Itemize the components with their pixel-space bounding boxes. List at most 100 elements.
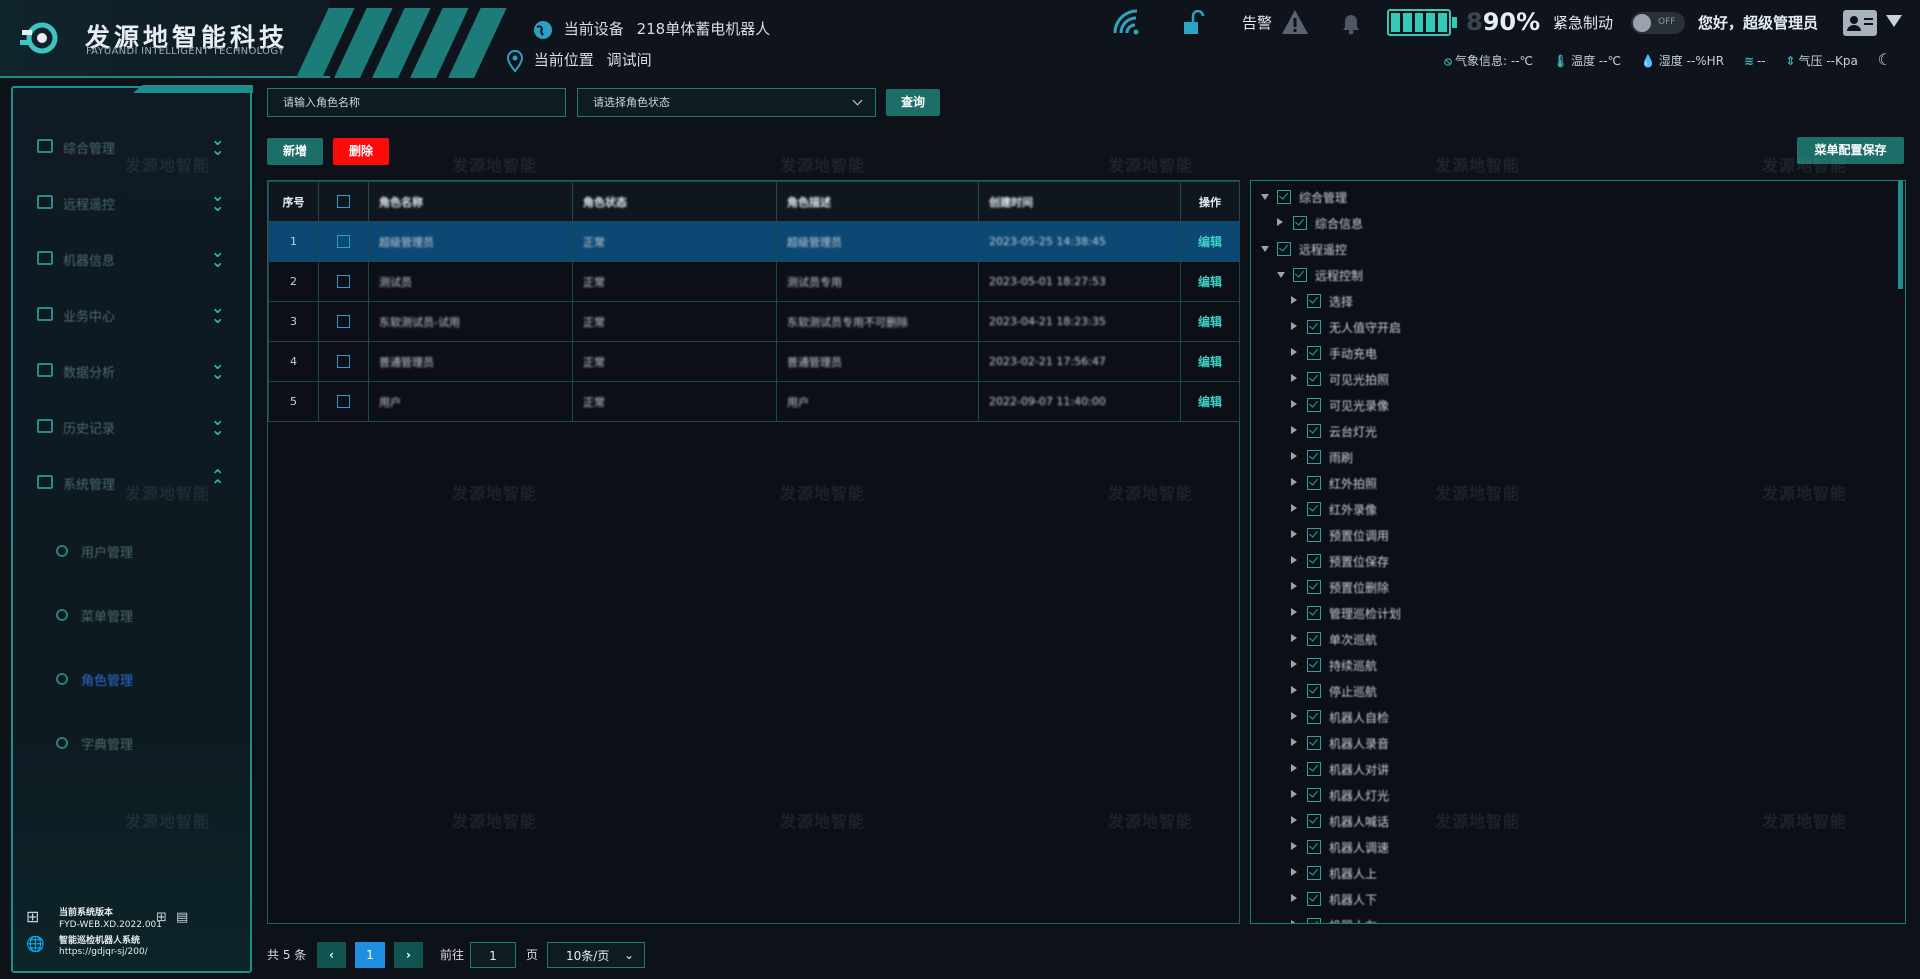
next-page-button[interactable]: › (394, 942, 423, 968)
notes-icon[interactable]: ▤ (176, 910, 188, 925)
tree-checkbox[interactable] (1307, 866, 1321, 880)
row-checkbox-cell[interactable] (318, 301, 369, 342)
page-size-select[interactable]: 10条/页 ⌄ (547, 942, 645, 968)
sidebar-item-robot-info[interactable]: 机器信息 ⌄ ⌄ (13, 239, 250, 279)
sidebar-subitem-roles[interactable]: 角色管理 (13, 660, 250, 696)
select-all-checkbox[interactable] (337, 195, 350, 209)
caret-right-icon[interactable] (1291, 764, 1297, 772)
sidebar-item-system[interactable]: 系统管理 ⌃ ⌃ (13, 463, 250, 503)
row-checkbox-cell[interactable] (318, 381, 369, 422)
tree-checkbox[interactable] (1307, 372, 1321, 386)
tree-checkbox[interactable] (1307, 476, 1321, 490)
row-checkbox-cell[interactable] (318, 341, 369, 382)
row-checkbox[interactable] (337, 355, 350, 369)
tree-checkbox[interactable] (1307, 840, 1321, 854)
caret-right-icon[interactable] (1291, 894, 1297, 902)
tree-checkbox[interactable] (1307, 502, 1321, 516)
tree-checkbox[interactable] (1307, 892, 1321, 906)
caret-down-icon[interactable] (1261, 246, 1269, 252)
caret-right-icon[interactable] (1291, 556, 1297, 564)
caret-right-icon[interactable] (1277, 218, 1283, 226)
tree-checkbox[interactable] (1307, 606, 1321, 620)
bell-icon[interactable] (1340, 10, 1362, 36)
grid-icon[interactable]: ⊞ (156, 910, 167, 925)
caret-right-icon[interactable] (1291, 790, 1297, 798)
tree-checkbox[interactable] (1277, 190, 1291, 204)
sidebar-item-remote[interactable]: 远程遥控 ⌄ ⌄ (13, 183, 250, 223)
table-row[interactable]: 4 普通管理员 正常 普通管理员 2023-02-21 17:56:47 编辑 (268, 341, 1240, 382)
caret-right-icon[interactable] (1291, 686, 1297, 694)
role-status-select[interactable]: 请选择角色状态 (577, 88, 876, 117)
tree-checkbox[interactable] (1307, 450, 1321, 464)
tree-checkbox[interactable] (1293, 268, 1307, 282)
tree-checkbox[interactable] (1307, 918, 1321, 923)
table-row[interactable]: 1 超级管理员 正常 超级管理员 2023-05-25 14:38:45 编辑 (268, 221, 1240, 262)
tree-checkbox[interactable] (1307, 580, 1321, 594)
row-checkbox-cell[interactable] (318, 221, 369, 262)
sidebar-item-analytics[interactable]: 数据分析 ⌄ ⌄ (13, 351, 250, 391)
header-select-all[interactable] (318, 181, 369, 222)
caret-right-icon[interactable] (1291, 348, 1297, 356)
user-menu-caret-icon[interactable] (1886, 15, 1902, 27)
tree-checkbox[interactable] (1293, 216, 1307, 230)
tree-checkbox[interactable] (1307, 294, 1321, 308)
tree-checkbox[interactable] (1307, 684, 1321, 698)
sidebar-item-history[interactable]: 历史记录 ⌄ ⌄ (13, 407, 250, 447)
sidebar-item-integrated[interactable]: 综合管理 ⌄ ⌄ (13, 127, 250, 167)
caret-right-icon[interactable] (1291, 868, 1297, 876)
table-row[interactable]: 5 用户 正常 用户 2022-09-07 11:40:00 编辑 (268, 381, 1240, 422)
prev-page-button[interactable]: ‹ (317, 942, 346, 968)
emergency-brake-toggle[interactable]: OFF (1631, 12, 1685, 34)
sidebar-subitem-dictionary[interactable]: 字典管理 (13, 724, 250, 760)
sidebar-subitem-users[interactable]: 用户管理 (13, 532, 250, 568)
caret-right-icon[interactable] (1291, 660, 1297, 668)
tree-checkbox[interactable] (1307, 736, 1321, 750)
caret-right-icon[interactable] (1291, 842, 1297, 850)
caret-right-icon[interactable] (1291, 452, 1297, 460)
caret-right-icon[interactable] (1291, 478, 1297, 486)
delete-button[interactable]: 删除 (333, 138, 389, 165)
system-url[interactable]: https://gdjqr-sj/200/ (59, 947, 148, 957)
row-checkbox[interactable] (337, 315, 350, 329)
tree-checkbox[interactable] (1307, 398, 1321, 412)
caret-right-icon[interactable] (1291, 322, 1297, 330)
caret-down-icon[interactable] (1277, 272, 1285, 278)
row-checkbox[interactable] (337, 395, 350, 409)
current-page[interactable]: 1 (355, 942, 385, 968)
tree-checkbox[interactable] (1307, 632, 1321, 646)
caret-right-icon[interactable] (1291, 712, 1297, 720)
wifi-icon[interactable] (1112, 9, 1142, 35)
unlock-icon[interactable] (1183, 10, 1205, 36)
sidebar-subitem-menus[interactable]: 菜单管理 (13, 596, 250, 632)
tree-checkbox[interactable] (1277, 242, 1291, 256)
caret-down-icon[interactable] (1261, 194, 1269, 200)
add-button[interactable]: 新增 (267, 138, 323, 165)
edit-link[interactable]: 编辑 (1198, 275, 1222, 289)
row-checkbox[interactable] (337, 235, 350, 249)
caret-right-icon[interactable] (1291, 400, 1297, 408)
edit-link[interactable]: 编辑 (1198, 395, 1222, 409)
edit-link[interactable]: 编辑 (1198, 355, 1222, 369)
tree-checkbox[interactable] (1307, 554, 1321, 568)
tree-checkbox[interactable] (1307, 788, 1321, 802)
edit-link[interactable]: 编辑 (1198, 235, 1222, 249)
query-button[interactable]: 查询 (886, 89, 940, 116)
save-menu-config-button[interactable]: 菜单配置保存 (1797, 137, 1904, 164)
row-checkbox-cell[interactable] (318, 261, 369, 302)
caret-right-icon[interactable] (1291, 816, 1297, 824)
tree-checkbox[interactable] (1307, 762, 1321, 776)
caret-right-icon[interactable] (1291, 296, 1297, 304)
tree-scrollbar[interactable] (1898, 181, 1903, 289)
caret-right-icon[interactable] (1291, 920, 1297, 923)
caret-right-icon[interactable] (1291, 738, 1297, 746)
caret-right-icon[interactable] (1291, 426, 1297, 434)
caret-right-icon[interactable] (1291, 504, 1297, 512)
role-name-input[interactable] (267, 88, 566, 117)
tree-checkbox[interactable] (1307, 528, 1321, 542)
edit-link[interactable]: 编辑 (1198, 315, 1222, 329)
tree-checkbox[interactable] (1307, 658, 1321, 672)
warning-icon[interactable] (1280, 8, 1310, 36)
tree-checkbox[interactable] (1307, 710, 1321, 724)
table-row[interactable]: 2 测试员 正常 测试员专用 2023-05-01 18:27:53 编辑 (268, 261, 1240, 302)
avatar-icon[interactable] (1843, 10, 1877, 36)
